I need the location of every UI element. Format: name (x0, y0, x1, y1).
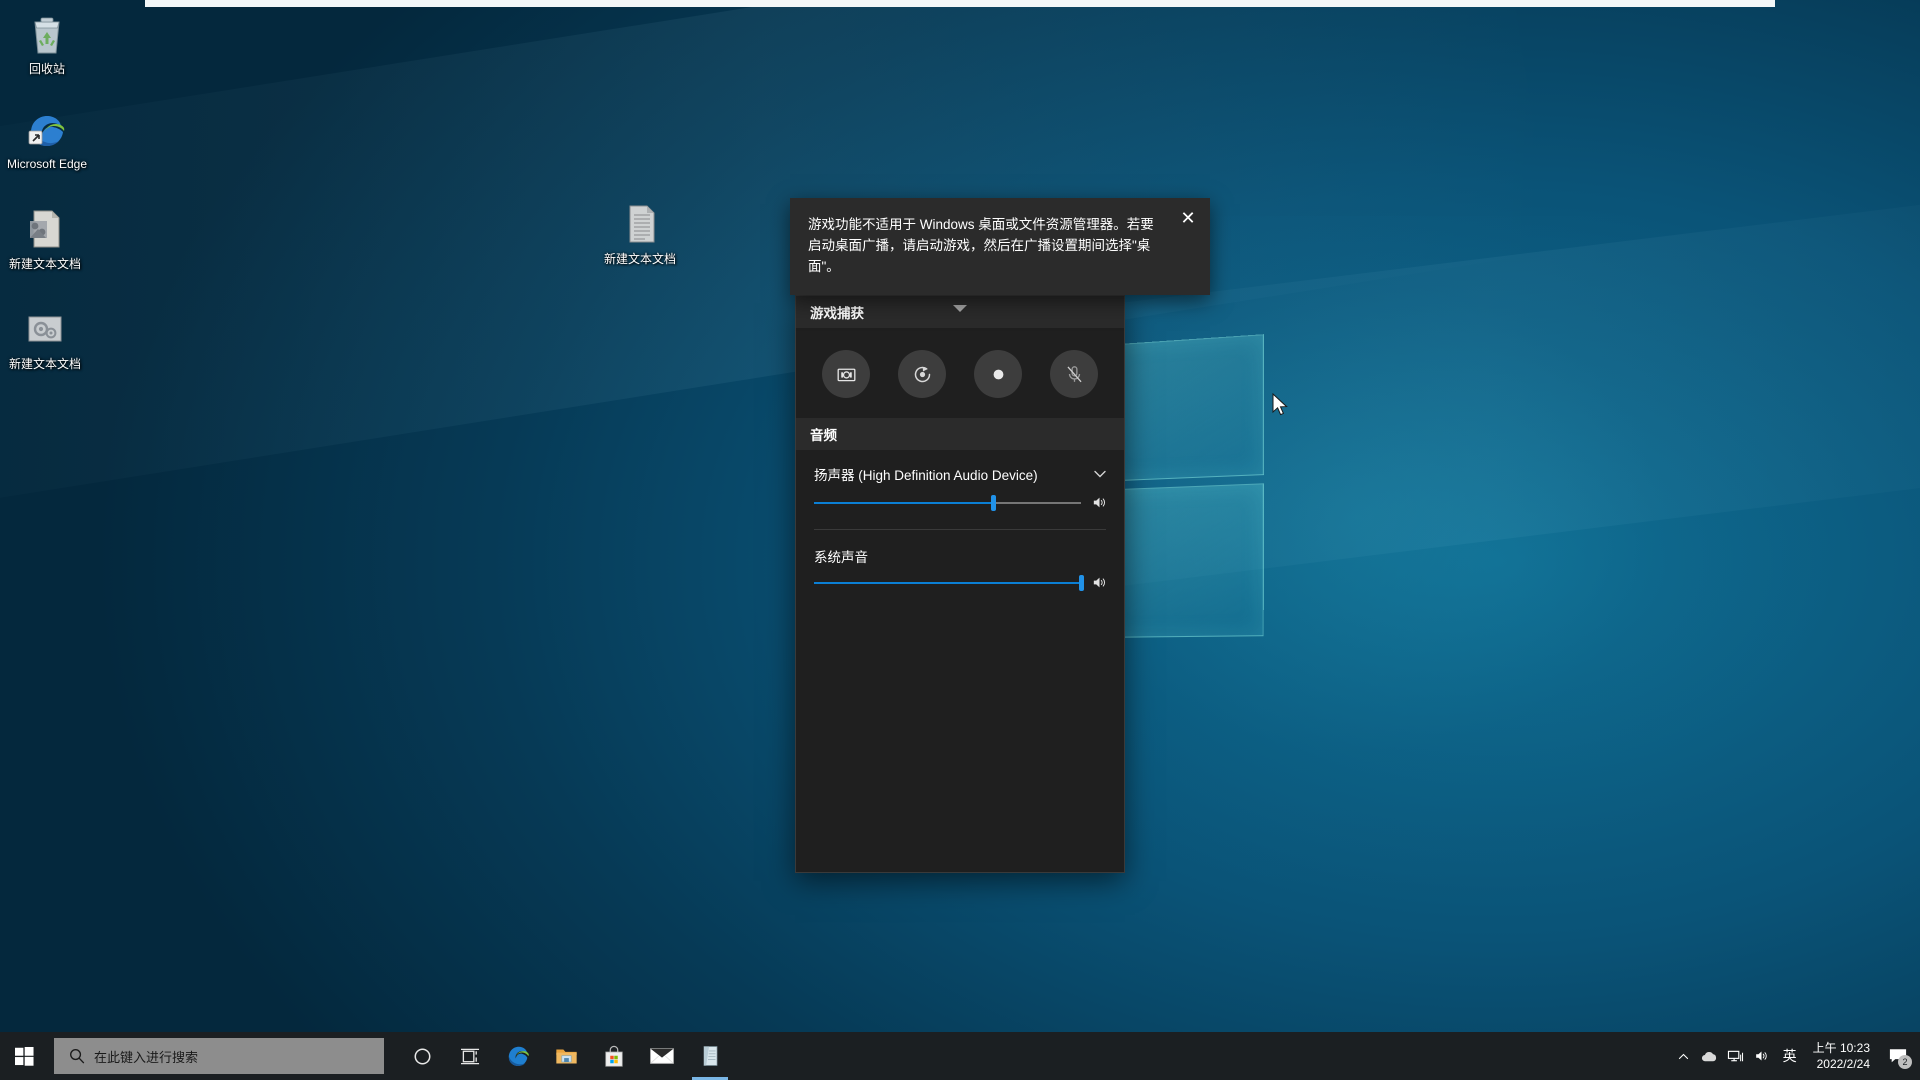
mic-toggle-button[interactable] (1050, 350, 1098, 398)
desktop-icon-label: 新建文本文档 (603, 252, 676, 266)
audio-widget-title: 音频 (810, 428, 837, 443)
task-view-icon (460, 1048, 479, 1064)
audio-device-name: 扬声器 (High Definition Audio Device) (814, 468, 1038, 483)
file-explorer-button[interactable] (542, 1032, 590, 1080)
game-bar-notification: 游戏功能不适用于 Windows 桌面或文件资源管理器。若要启动桌面广播，请启动… (790, 198, 1210, 295)
text-document-icon (30, 210, 60, 248)
system-volume-fill (814, 581, 1081, 584)
capture-widget-header: 游戏捕获 (796, 296, 1124, 328)
game-bar-capture-widget[interactable]: 游戏捕获 音频 扬声器 (High Definition Audio Devic… (795, 295, 1125, 873)
capture-widget-title: 游戏捕获 (810, 306, 864, 321)
audio-widget-body: 扬声器 (High Definition Audio Device) 系统声音 (796, 450, 1124, 603)
edge-icon (508, 1046, 529, 1067)
desktop-icon-label: 回收站 (28, 62, 65, 76)
microsoft-store-button[interactable] (590, 1032, 638, 1080)
speaker-icon[interactable] (1091, 494, 1108, 511)
onedrive-tray-icon[interactable] (1697, 1032, 1723, 1080)
device-volume-fill (814, 501, 993, 504)
taskbar-app-buttons (398, 1032, 734, 1080)
desktop-icon-new-text-document-3[interactable]: 新建文本文档 (595, 200, 685, 266)
volume-tray-icon[interactable] (1749, 1032, 1775, 1080)
device-volume-slider-row[interactable] (796, 488, 1124, 523)
audio-widget-header: 音频 (796, 418, 1124, 450)
system-sounds-label: 系统声音 (814, 550, 868, 565)
clock[interactable]: 上午 10:23 2022/2/24 (1805, 1032, 1880, 1080)
desktop-icon-microsoft-edge[interactable]: Microsoft Edge (2, 105, 92, 171)
search-placeholder-text: 在此键入进行搜索 (94, 1049, 199, 1065)
start-recording-button[interactable] (974, 350, 1022, 398)
windows-logo-icon (14, 1046, 34, 1066)
desktop-icon-label: Microsoft Edge (6, 157, 88, 171)
desktop-icon-label: 新建文本文档 (8, 357, 81, 371)
network-tray-icon[interactable] (1723, 1032, 1749, 1080)
system-volume-slider-row[interactable] (796, 568, 1124, 603)
clock-date: 2022/2/24 (1816, 1057, 1870, 1071)
circle-icon (414, 1048, 430, 1064)
game-bar-notification-text: 游戏功能不适用于 Windows 桌面或文件资源管理器。若要启动桌面广播，请启动… (808, 217, 1154, 274)
text-document-icon (629, 205, 655, 243)
wallpaper-light-streak (0, 0, 1555, 522)
edge-icon (28, 116, 65, 146)
chevron-up-icon (1679, 1053, 1689, 1059)
action-center-badge: 2 (1898, 1055, 1912, 1069)
desktop-icon-new-text-document-2[interactable]: 新建文本文档 (0, 305, 90, 371)
volume-icon (1756, 1051, 1767, 1061)
taskbar[interactable]: 在此键入进行搜索 英 上午 10:23 2022/2/24 2 (0, 1032, 1920, 1080)
mic-off-icon (1066, 365, 1082, 382)
ime-indicator[interactable]: 英 (1775, 1032, 1805, 1080)
record-last-30s-button[interactable] (898, 350, 946, 398)
onedrive-icon (1702, 1051, 1717, 1061)
network-icon (1728, 1050, 1744, 1061)
desktop-icon-recycle-bin[interactable]: 回收站 (2, 10, 92, 76)
folder-icon (555, 1048, 577, 1064)
mail-button[interactable] (638, 1032, 686, 1080)
show-hidden-icons-button[interactable] (1671, 1032, 1697, 1080)
notepad-icon (703, 1046, 717, 1066)
device-volume-slider[interactable] (814, 494, 1081, 511)
record-last-icon (914, 366, 930, 382)
start-button[interactable] (0, 1032, 48, 1080)
caret-icon (953, 305, 967, 312)
mail-icon (650, 1048, 674, 1064)
device-volume-thumb[interactable] (990, 494, 996, 511)
task-view-button[interactable] (446, 1032, 494, 1080)
system-volume-thumb[interactable] (1079, 574, 1084, 591)
desktop-icon-label: 新建文本文档 (8, 257, 81, 271)
recycle-bin-icon (34, 17, 60, 54)
clock-time: 上午 10:23 (1812, 1041, 1870, 1055)
desktop[interactable]: 回收站 Microsoft Edge 新建文本文档 新建文本文档 新建文本文档 … (0, 0, 1920, 1080)
mouse-cursor (1272, 393, 1288, 416)
search-input[interactable]: 在此键入进行搜索 (54, 1038, 384, 1074)
desktop-icon-new-text-document-1[interactable]: 新建文本文档 (0, 205, 90, 271)
cortana-button[interactable] (398, 1032, 446, 1080)
edge-button[interactable] (494, 1032, 542, 1080)
search-icon (70, 1049, 85, 1064)
top-white-bar (145, 0, 1775, 7)
audio-device-row[interactable]: 扬声器 (High Definition Audio Device) (796, 450, 1124, 488)
action-center-button[interactable]: 2 (1880, 1032, 1916, 1080)
chevron-down-icon[interactable] (1092, 466, 1108, 482)
system-tray: 英 上午 10:23 2022/2/24 2 (1671, 1032, 1920, 1080)
screenshot-button[interactable] (822, 350, 870, 398)
notepad-button[interactable] (686, 1032, 734, 1080)
store-icon (605, 1045, 623, 1067)
speaker-icon[interactable] (1091, 574, 1108, 591)
close-icon[interactable]: ✕ (1174, 204, 1202, 232)
settings-document-icon (28, 316, 62, 342)
record-dot-icon (993, 369, 1003, 379)
capture-buttons-row (796, 328, 1124, 418)
system-volume-slider[interactable] (814, 574, 1084, 591)
camera-icon (837, 368, 855, 381)
